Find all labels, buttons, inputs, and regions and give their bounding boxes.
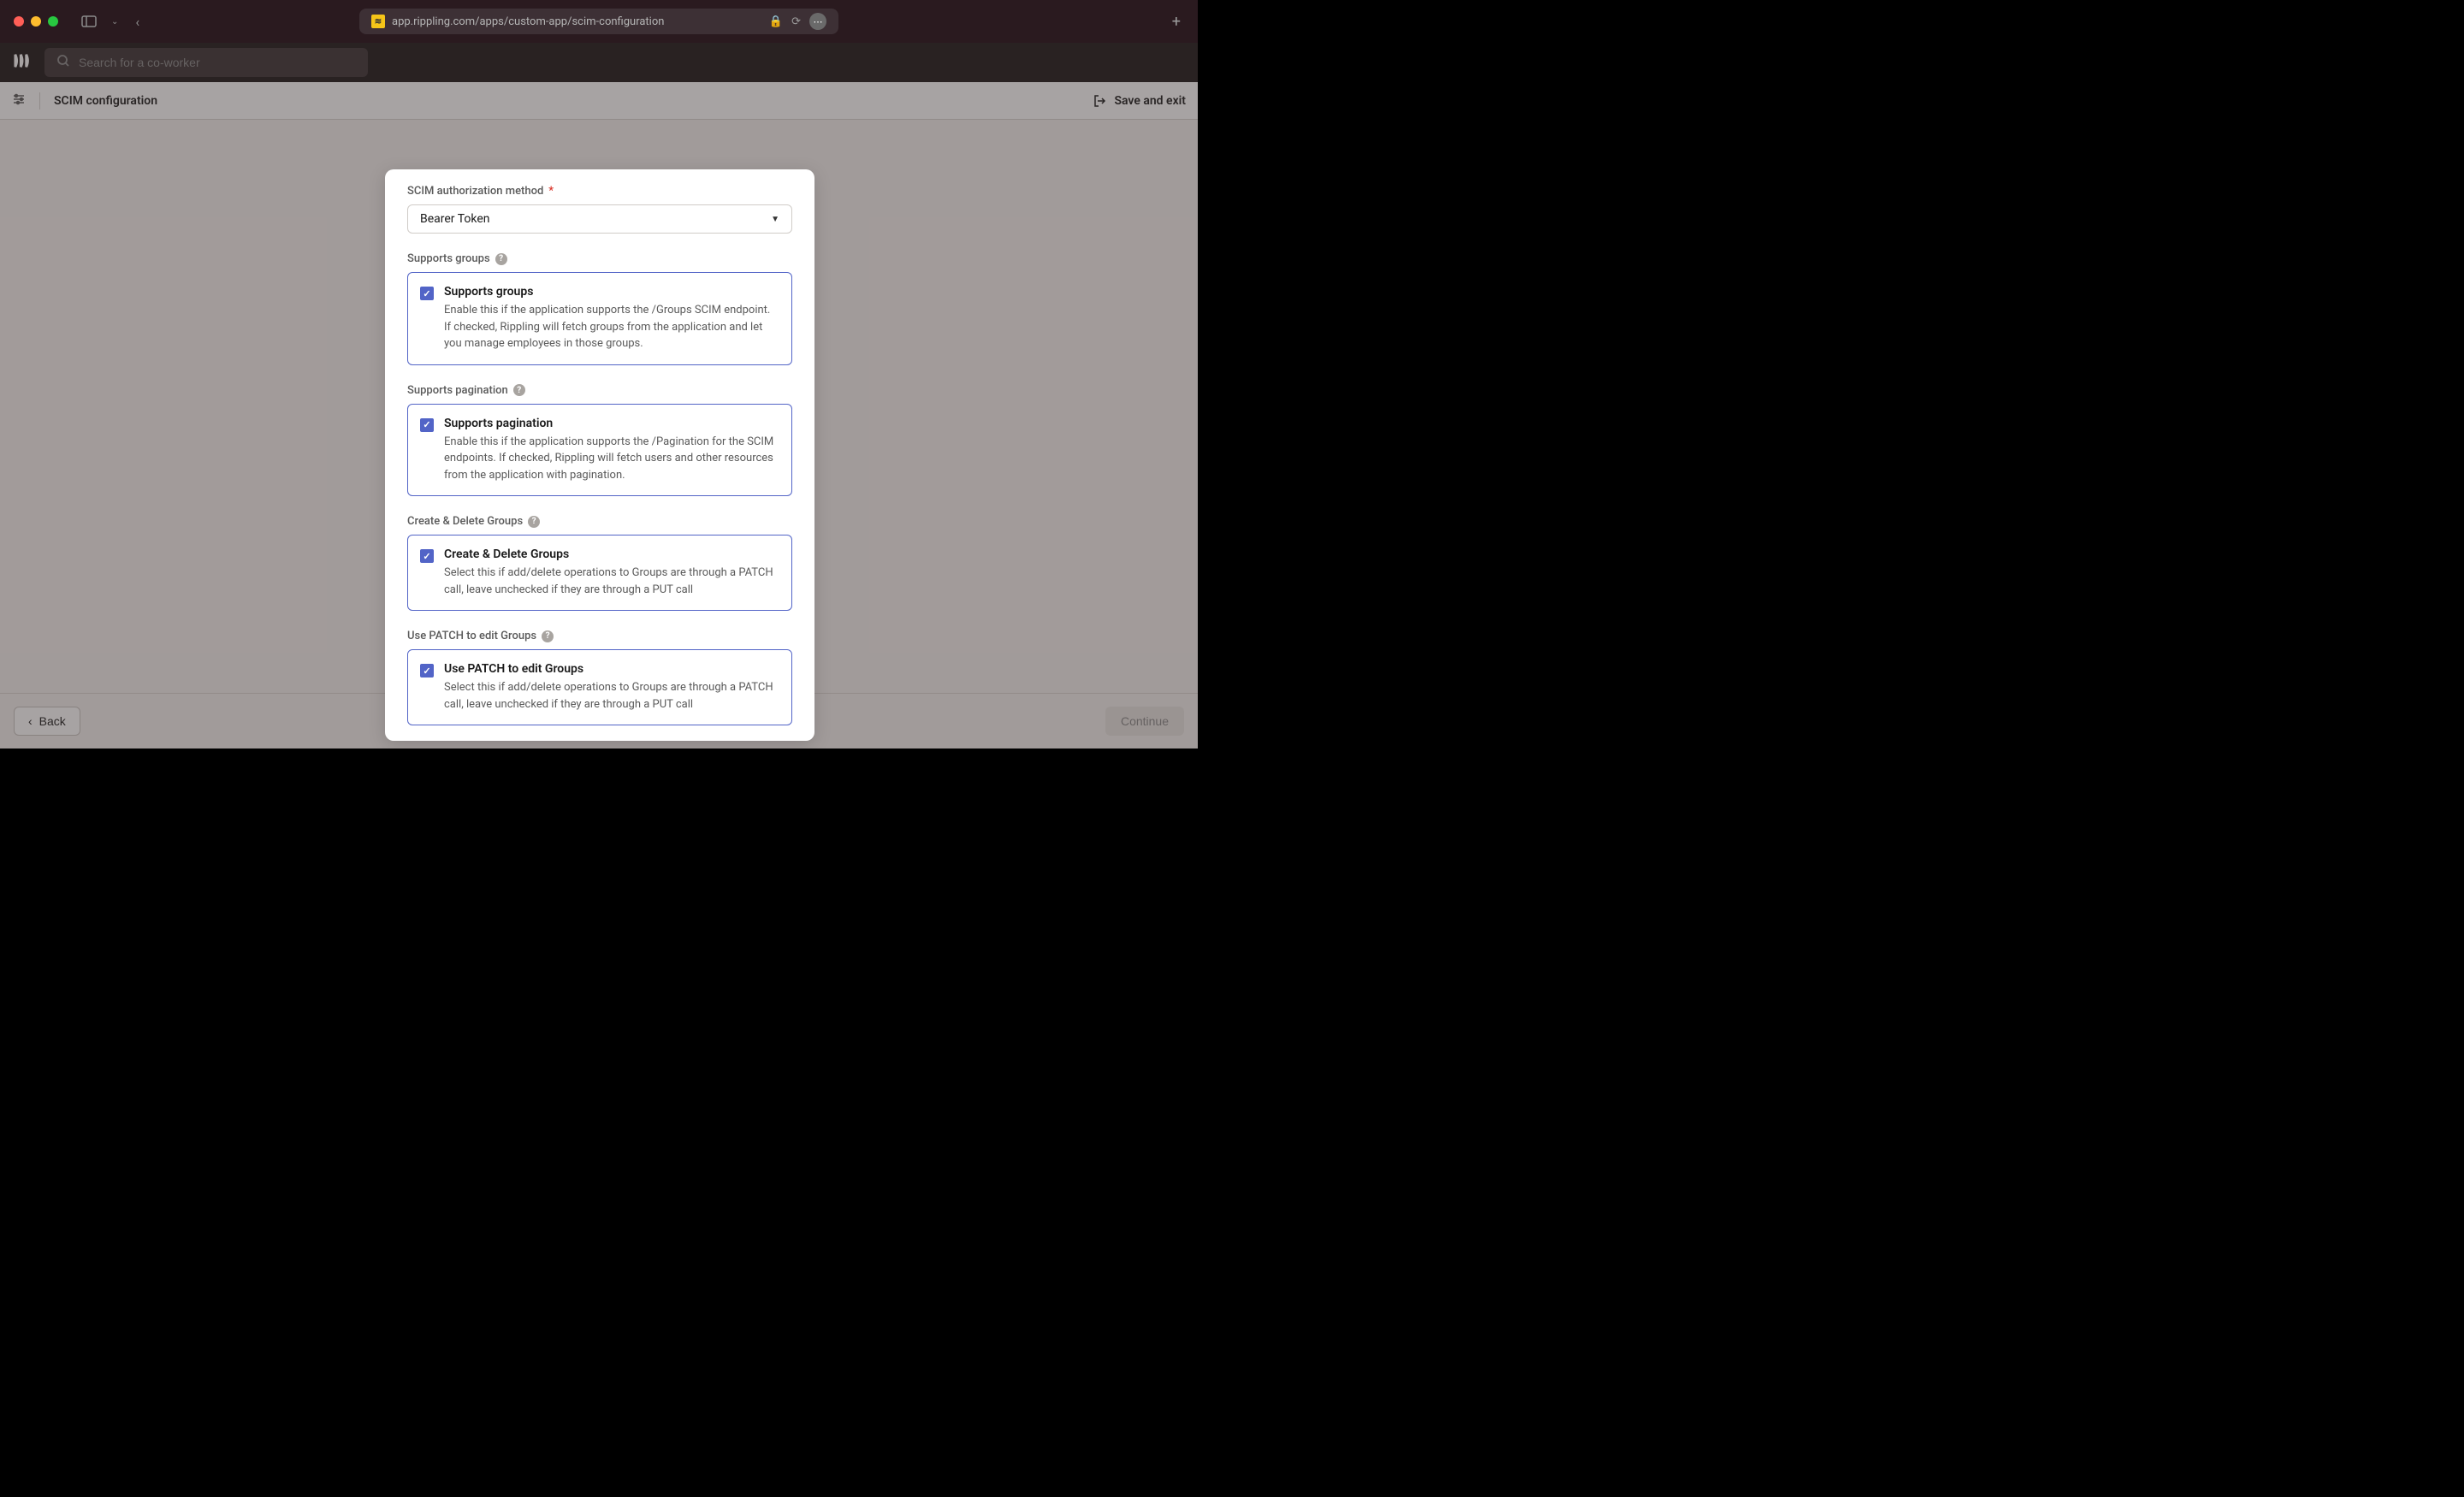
use-patch-title: Use PATCH to edit Groups [444, 662, 779, 676]
lock-icon: 🔒 [769, 15, 783, 28]
supports-groups-checkbox[interactable] [420, 287, 434, 300]
help-icon[interactable]: ? [495, 253, 507, 265]
search-input[interactable] [79, 56, 356, 69]
use-patch-group: Use PATCH to edit Groups ? Use PATCH to … [407, 630, 792, 725]
auth-method-value: Bearer Token [420, 212, 490, 226]
window-minimize[interactable] [31, 16, 41, 27]
chevron-down-icon: ▼ [771, 215, 779, 224]
create-delete-groups-checkbox[interactable] [420, 549, 434, 563]
auth-method-group: SCIM authorization method* Bearer Token … [407, 185, 792, 234]
window-controls [14, 16, 58, 27]
divider [39, 92, 40, 109]
browser-back-icon[interactable]: ‹ [135, 14, 139, 30]
search-icon [56, 54, 70, 71]
supports-groups-card[interactable]: Supports groups Enable this if the appli… [407, 272, 792, 365]
supports-pagination-desc: Enable this if the application supports … [444, 434, 779, 484]
supports-groups-title: Supports groups [444, 285, 779, 299]
supports-pagination-card[interactable]: Supports pagination Enable this if the a… [407, 404, 792, 497]
exit-icon [1093, 94, 1107, 108]
use-patch-card[interactable]: Use PATCH to edit Groups Select this if … [407, 649, 792, 725]
chevron-left-icon: ‹ [28, 714, 33, 728]
search-box[interactable] [44, 48, 368, 77]
create-delete-groups-group: Create & Delete Groups ? Create & Delete… [407, 515, 792, 611]
page-header: SCIM configuration Save and exit [0, 82, 1198, 120]
auth-method-select[interactable]: Bearer Token ▼ [407, 204, 792, 234]
window-close[interactable] [14, 16, 24, 27]
app-wrapper: SCIM configuration Save and exit SCIM au… [0, 43, 1198, 748]
url-bar[interactable]: ≋ app.rippling.com/apps/custom-app/scim-… [359, 9, 838, 34]
continue-label: Continue [1121, 714, 1169, 728]
save-exit-button[interactable]: Save and exit [1093, 94, 1186, 108]
help-icon[interactable]: ? [542, 630, 554, 642]
auth-method-label: SCIM authorization method* [407, 185, 792, 198]
settings-icon[interactable] [12, 92, 26, 109]
url-text: app.rippling.com/apps/custom-app/scim-co… [392, 15, 762, 28]
help-icon[interactable]: ? [513, 384, 525, 396]
supports-groups-section-label: Supports groups ? [407, 252, 792, 265]
window-maximize[interactable] [48, 16, 58, 27]
use-patch-checkbox[interactable] [420, 664, 434, 677]
create-delete-groups-desc: Select this if add/delete operations to … [444, 565, 779, 598]
create-delete-groups-section-label: Create & Delete Groups ? [407, 515, 792, 528]
back-label: Back [39, 714, 66, 728]
continue-button[interactable]: Continue [1105, 707, 1184, 736]
rippling-logo-icon[interactable] [14, 52, 33, 74]
more-icon[interactable]: ⋯ [809, 13, 826, 30]
supports-pagination-group: Supports pagination ? Supports paginatio… [407, 384, 792, 497]
sidebar-toggle-icon[interactable] [79, 14, 99, 29]
save-exit-label: Save and exit [1114, 94, 1186, 108]
supports-pagination-checkbox[interactable] [420, 418, 434, 432]
create-delete-groups-title: Create & Delete Groups [444, 547, 779, 561]
use-patch-section-label: Use PATCH to edit Groups ? [407, 630, 792, 642]
supports-groups-desc: Enable this if the application supports … [444, 302, 779, 352]
reload-icon[interactable]: ⟳ [791, 15, 801, 28]
app-topbar [0, 43, 1198, 82]
supports-pagination-title: Supports pagination [444, 417, 779, 430]
use-patch-desc: Select this if add/delete operations to … [444, 679, 779, 713]
required-marker: * [548, 185, 554, 198]
back-button[interactable]: ‹ Back [14, 707, 80, 736]
supports-pagination-section-label: Supports pagination ? [407, 384, 792, 397]
create-delete-groups-card[interactable]: Create & Delete Groups Select this if ad… [407, 535, 792, 611]
highlight-panel: SCIM authorization method* Bearer Token … [385, 169, 814, 741]
browser-chrome: ⌄ ‹ ≋ app.rippling.com/apps/custom-app/s… [0, 0, 1198, 43]
supports-groups-group: Supports groups ? Supports groups Enable… [407, 252, 792, 365]
new-tab-icon[interactable]: + [1172, 13, 1181, 31]
chevron-down-icon[interactable]: ⌄ [111, 17, 118, 27]
favicon-icon: ≋ [371, 15, 385, 28]
help-icon[interactable]: ? [528, 516, 540, 528]
page-title: SCIM configuration [54, 94, 157, 108]
